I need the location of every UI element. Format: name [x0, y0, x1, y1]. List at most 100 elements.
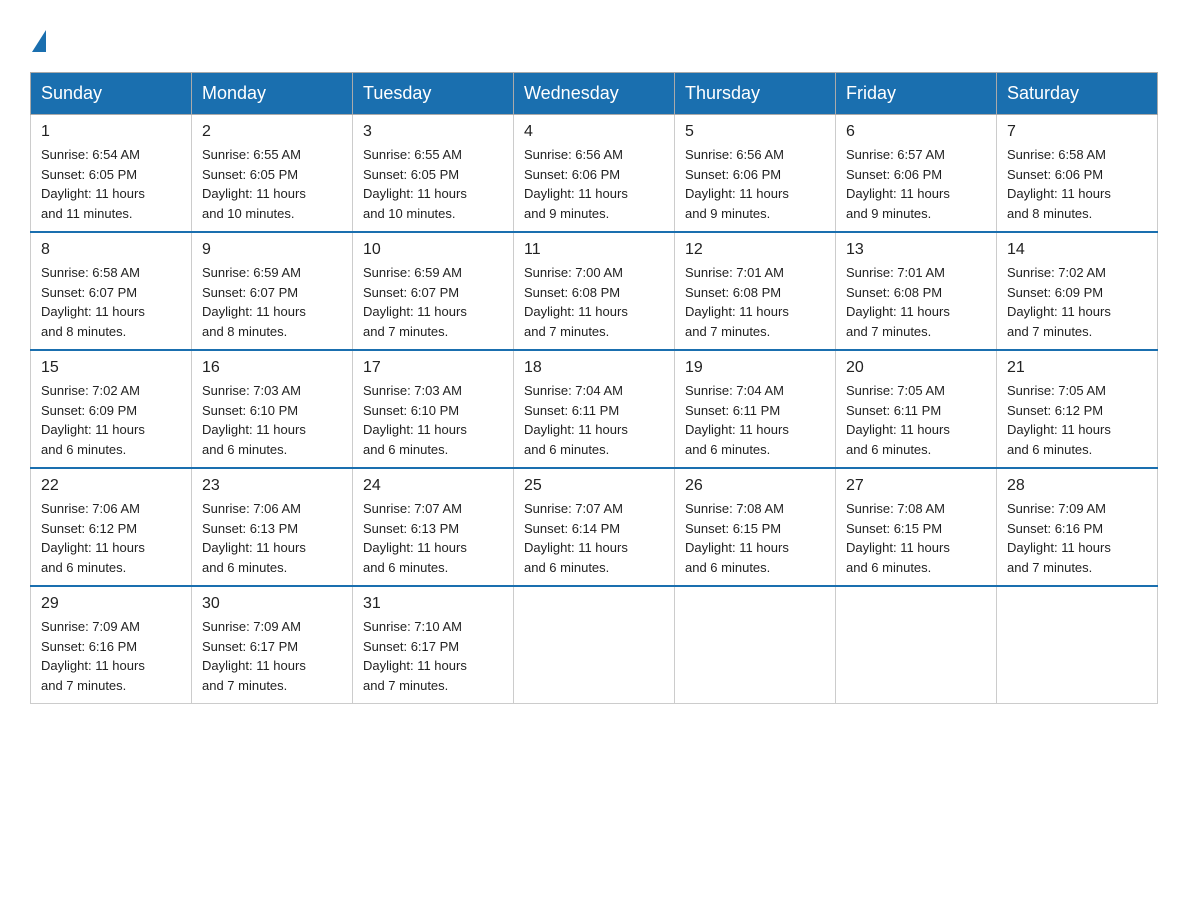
- calendar-week-row: 8 Sunrise: 6:58 AMSunset: 6:07 PMDayligh…: [31, 232, 1158, 350]
- day-info: Sunrise: 7:07 AMSunset: 6:13 PMDaylight:…: [363, 499, 503, 577]
- day-info: Sunrise: 6:59 AMSunset: 6:07 PMDaylight:…: [363, 263, 503, 341]
- day-info: Sunrise: 7:03 AMSunset: 6:10 PMDaylight:…: [202, 381, 342, 459]
- logo: [30, 30, 48, 52]
- day-number: 6: [846, 123, 986, 141]
- day-number: 28: [1007, 477, 1147, 495]
- day-number: 9: [202, 241, 342, 259]
- day-number: 18: [524, 359, 664, 377]
- day-number: 2: [202, 123, 342, 141]
- calendar-week-row: 29 Sunrise: 7:09 AMSunset: 6:16 PMDaylig…: [31, 586, 1158, 704]
- calendar-cell: 4 Sunrise: 6:56 AMSunset: 6:06 PMDayligh…: [514, 115, 675, 233]
- calendar-week-row: 22 Sunrise: 7:06 AMSunset: 6:12 PMDaylig…: [31, 468, 1158, 586]
- calendar-cell: [675, 586, 836, 704]
- day-number: 31: [363, 595, 503, 613]
- calendar-table: SundayMondayTuesdayWednesdayThursdayFrid…: [30, 72, 1158, 704]
- calendar-cell: 2 Sunrise: 6:55 AMSunset: 6:05 PMDayligh…: [192, 115, 353, 233]
- calendar-cell: 9 Sunrise: 6:59 AMSunset: 6:07 PMDayligh…: [192, 232, 353, 350]
- day-info: Sunrise: 7:06 AMSunset: 6:13 PMDaylight:…: [202, 499, 342, 577]
- day-number: 27: [846, 477, 986, 495]
- day-info: Sunrise: 7:04 AMSunset: 6:11 PMDaylight:…: [524, 381, 664, 459]
- day-number: 17: [363, 359, 503, 377]
- day-info: Sunrise: 7:02 AMSunset: 6:09 PMDaylight:…: [1007, 263, 1147, 341]
- day-info: Sunrise: 7:06 AMSunset: 6:12 PMDaylight:…: [41, 499, 181, 577]
- day-info: Sunrise: 6:56 AMSunset: 6:06 PMDaylight:…: [524, 145, 664, 223]
- day-number: 10: [363, 241, 503, 259]
- day-info: Sunrise: 6:55 AMSunset: 6:05 PMDaylight:…: [202, 145, 342, 223]
- day-info: Sunrise: 7:01 AMSunset: 6:08 PMDaylight:…: [685, 263, 825, 341]
- day-number: 12: [685, 241, 825, 259]
- calendar-cell: 20 Sunrise: 7:05 AMSunset: 6:11 PMDaylig…: [836, 350, 997, 468]
- day-info: Sunrise: 7:01 AMSunset: 6:08 PMDaylight:…: [846, 263, 986, 341]
- calendar-cell: 24 Sunrise: 7:07 AMSunset: 6:13 PMDaylig…: [353, 468, 514, 586]
- calendar-cell: 17 Sunrise: 7:03 AMSunset: 6:10 PMDaylig…: [353, 350, 514, 468]
- logo-triangle-icon: [32, 30, 46, 52]
- calendar-cell: 26 Sunrise: 7:08 AMSunset: 6:15 PMDaylig…: [675, 468, 836, 586]
- calendar-cell: 15 Sunrise: 7:02 AMSunset: 6:09 PMDaylig…: [31, 350, 192, 468]
- calendar-cell: 10 Sunrise: 6:59 AMSunset: 6:07 PMDaylig…: [353, 232, 514, 350]
- day-info: Sunrise: 7:03 AMSunset: 6:10 PMDaylight:…: [363, 381, 503, 459]
- day-info: Sunrise: 6:57 AMSunset: 6:06 PMDaylight:…: [846, 145, 986, 223]
- calendar-cell: 5 Sunrise: 6:56 AMSunset: 6:06 PMDayligh…: [675, 115, 836, 233]
- day-info: Sunrise: 7:09 AMSunset: 6:16 PMDaylight:…: [1007, 499, 1147, 577]
- day-number: 23: [202, 477, 342, 495]
- day-number: 20: [846, 359, 986, 377]
- day-number: 3: [363, 123, 503, 141]
- calendar-cell: 31 Sunrise: 7:10 AMSunset: 6:17 PMDaylig…: [353, 586, 514, 704]
- col-header-wednesday: Wednesday: [514, 73, 675, 115]
- calendar-cell: 16 Sunrise: 7:03 AMSunset: 6:10 PMDaylig…: [192, 350, 353, 468]
- day-number: 29: [41, 595, 181, 613]
- day-info: Sunrise: 7:10 AMSunset: 6:17 PMDaylight:…: [363, 617, 503, 695]
- calendar-cell: 14 Sunrise: 7:02 AMSunset: 6:09 PMDaylig…: [997, 232, 1158, 350]
- day-info: Sunrise: 6:59 AMSunset: 6:07 PMDaylight:…: [202, 263, 342, 341]
- day-number: 14: [1007, 241, 1147, 259]
- calendar-cell: 12 Sunrise: 7:01 AMSunset: 6:08 PMDaylig…: [675, 232, 836, 350]
- col-header-friday: Friday: [836, 73, 997, 115]
- calendar-cell: 1 Sunrise: 6:54 AMSunset: 6:05 PMDayligh…: [31, 115, 192, 233]
- calendar-cell: 8 Sunrise: 6:58 AMSunset: 6:07 PMDayligh…: [31, 232, 192, 350]
- col-header-sunday: Sunday: [31, 73, 192, 115]
- calendar-cell: 6 Sunrise: 6:57 AMSunset: 6:06 PMDayligh…: [836, 115, 997, 233]
- day-info: Sunrise: 7:09 AMSunset: 6:17 PMDaylight:…: [202, 617, 342, 695]
- calendar-cell: 25 Sunrise: 7:07 AMSunset: 6:14 PMDaylig…: [514, 468, 675, 586]
- day-info: Sunrise: 7:07 AMSunset: 6:14 PMDaylight:…: [524, 499, 664, 577]
- calendar-cell: [514, 586, 675, 704]
- calendar-cell: 19 Sunrise: 7:04 AMSunset: 6:11 PMDaylig…: [675, 350, 836, 468]
- day-info: Sunrise: 6:58 AMSunset: 6:06 PMDaylight:…: [1007, 145, 1147, 223]
- day-number: 13: [846, 241, 986, 259]
- calendar-cell: 21 Sunrise: 7:05 AMSunset: 6:12 PMDaylig…: [997, 350, 1158, 468]
- day-number: 7: [1007, 123, 1147, 141]
- day-info: Sunrise: 7:02 AMSunset: 6:09 PMDaylight:…: [41, 381, 181, 459]
- day-number: 21: [1007, 359, 1147, 377]
- col-header-tuesday: Tuesday: [353, 73, 514, 115]
- calendar-cell: 27 Sunrise: 7:08 AMSunset: 6:15 PMDaylig…: [836, 468, 997, 586]
- day-number: 25: [524, 477, 664, 495]
- calendar-cell: [997, 586, 1158, 704]
- day-info: Sunrise: 7:05 AMSunset: 6:11 PMDaylight:…: [846, 381, 986, 459]
- calendar-cell: 18 Sunrise: 7:04 AMSunset: 6:11 PMDaylig…: [514, 350, 675, 468]
- day-number: 30: [202, 595, 342, 613]
- calendar-cell: 13 Sunrise: 7:01 AMSunset: 6:08 PMDaylig…: [836, 232, 997, 350]
- calendar-cell: 22 Sunrise: 7:06 AMSunset: 6:12 PMDaylig…: [31, 468, 192, 586]
- calendar-cell: 11 Sunrise: 7:00 AMSunset: 6:08 PMDaylig…: [514, 232, 675, 350]
- day-info: Sunrise: 7:08 AMSunset: 6:15 PMDaylight:…: [685, 499, 825, 577]
- col-header-saturday: Saturday: [997, 73, 1158, 115]
- day-number: 26: [685, 477, 825, 495]
- calendar-cell: [836, 586, 997, 704]
- calendar-cell: 29 Sunrise: 7:09 AMSunset: 6:16 PMDaylig…: [31, 586, 192, 704]
- col-header-monday: Monday: [192, 73, 353, 115]
- calendar-cell: 23 Sunrise: 7:06 AMSunset: 6:13 PMDaylig…: [192, 468, 353, 586]
- day-number: 5: [685, 123, 825, 141]
- calendar-week-row: 1 Sunrise: 6:54 AMSunset: 6:05 PMDayligh…: [31, 115, 1158, 233]
- day-info: Sunrise: 7:04 AMSunset: 6:11 PMDaylight:…: [685, 381, 825, 459]
- day-number: 1: [41, 123, 181, 141]
- page-header: [30, 30, 1158, 52]
- calendar-week-row: 15 Sunrise: 7:02 AMSunset: 6:09 PMDaylig…: [31, 350, 1158, 468]
- day-info: Sunrise: 7:08 AMSunset: 6:15 PMDaylight:…: [846, 499, 986, 577]
- day-number: 16: [202, 359, 342, 377]
- calendar-cell: 28 Sunrise: 7:09 AMSunset: 6:16 PMDaylig…: [997, 468, 1158, 586]
- day-info: Sunrise: 6:58 AMSunset: 6:07 PMDaylight:…: [41, 263, 181, 341]
- day-number: 19: [685, 359, 825, 377]
- day-info: Sunrise: 6:54 AMSunset: 6:05 PMDaylight:…: [41, 145, 181, 223]
- calendar-header-row: SundayMondayTuesdayWednesdayThursdayFrid…: [31, 73, 1158, 115]
- day-info: Sunrise: 7:05 AMSunset: 6:12 PMDaylight:…: [1007, 381, 1147, 459]
